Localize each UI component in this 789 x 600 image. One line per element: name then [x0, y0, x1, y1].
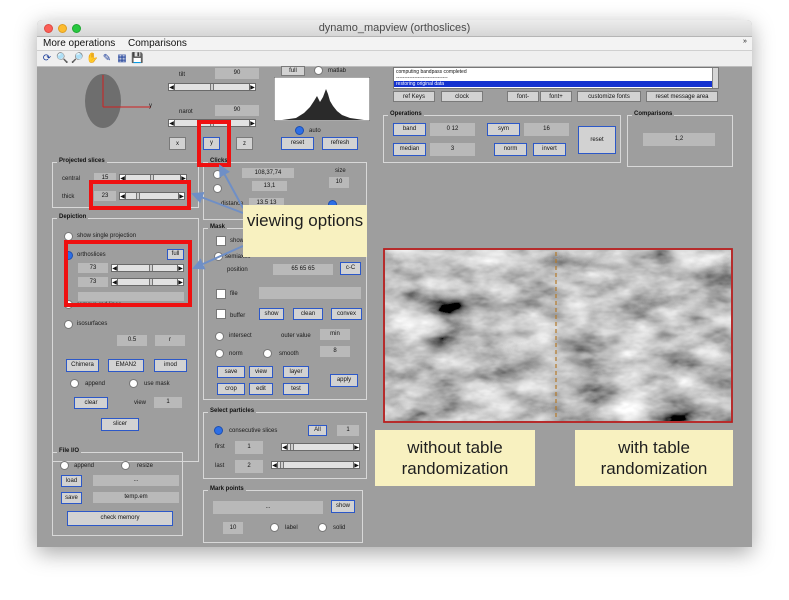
arrow-to-orthoslices [192, 245, 244, 270]
note-with-randomization: with table randomization [575, 430, 733, 486]
note-viewing-options: viewing options [243, 205, 367, 257]
arrow-to-axis-buttons [219, 164, 244, 209]
arrow-to-thick-slider [191, 191, 244, 214]
note-without-randomization: without table randomization [375, 430, 535, 486]
